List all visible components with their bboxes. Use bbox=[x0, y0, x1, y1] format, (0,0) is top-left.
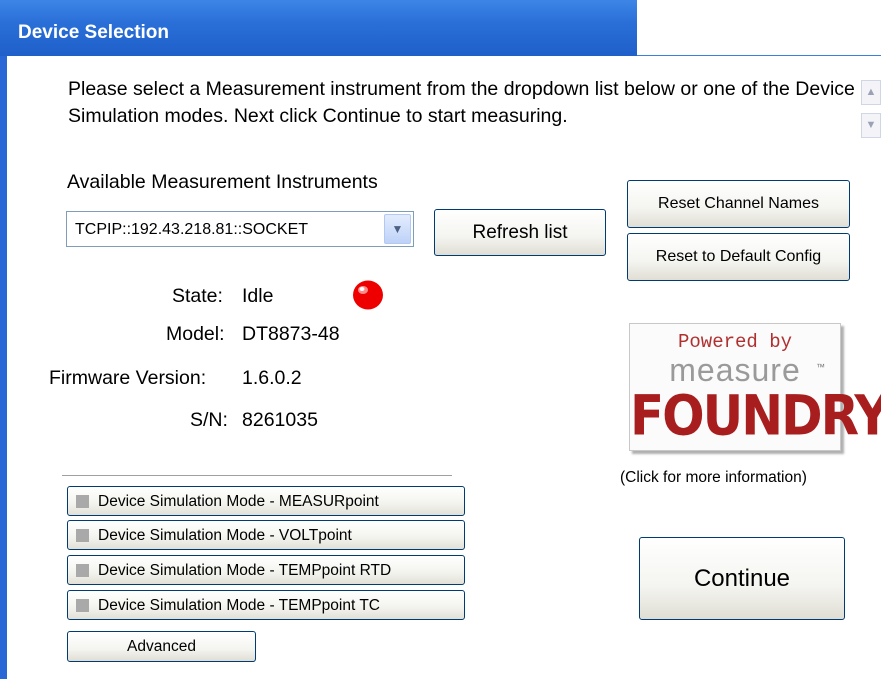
status-indicator-icon bbox=[353, 280, 383, 310]
chevron-up-icon: ▲ bbox=[865, 86, 877, 98]
instrument-select-value: TCPIP::192.43.218.81::SOCKET bbox=[75, 221, 309, 238]
window-title: Device Selection bbox=[18, 22, 170, 43]
logo-trademark: ™ bbox=[816, 362, 825, 372]
state-value: Idle bbox=[242, 285, 274, 307]
window-frame-left bbox=[0, 56, 7, 679]
sim-mode-indicator bbox=[76, 599, 89, 612]
separator bbox=[62, 475, 452, 477]
serial-number-value: 8261035 bbox=[242, 409, 318, 431]
refresh-list-button[interactable]: Refresh list bbox=[434, 209, 606, 256]
sim-mode-label: Device Simulation Mode - MEASURpoint bbox=[98, 493, 379, 510]
state-label: State: bbox=[172, 285, 223, 307]
model-value: DT8873-48 bbox=[242, 323, 340, 345]
logo-caption: (Click for more information) bbox=[620, 469, 807, 486]
instruments-label: Available Measurement Instruments bbox=[67, 171, 378, 193]
chevron-down-icon: ▼ bbox=[865, 119, 877, 131]
sim-mode-indicator bbox=[76, 564, 89, 577]
advanced-button[interactable]: Advanced bbox=[67, 631, 256, 662]
instructions-text: Please select a Measurement instrument f… bbox=[68, 78, 855, 127]
firmware-label: Firmware Version: bbox=[49, 367, 207, 389]
logo-powered-by: Powered by bbox=[677, 331, 793, 353]
model-label: Model: bbox=[166, 323, 225, 345]
title-bar-stripe bbox=[637, 0, 881, 56]
sim-mode-indicator bbox=[76, 529, 89, 542]
sim-mode-label: Device Simulation Mode - TEMPpoint RTD bbox=[98, 562, 392, 579]
firmware-value: 1.6.0.2 bbox=[242, 367, 302, 389]
reset-default-config-button[interactable]: Reset to Default Config bbox=[627, 233, 850, 281]
serial-number-label: S/N: bbox=[190, 409, 228, 431]
sim-mode-measurpoint-button[interactable]: Device Simulation Mode - MEASURpoint bbox=[67, 486, 465, 516]
sim-mode-label: Device Simulation Mode - VOLTpoint bbox=[98, 527, 352, 544]
sim-mode-label: Device Simulation Mode - TEMPpoint TC bbox=[98, 597, 380, 614]
title-bar: Device Selection bbox=[0, 0, 881, 56]
scroll-down-button[interactable]: ▼ bbox=[861, 113, 881, 138]
sim-mode-temppoint-tc-button[interactable]: Device Simulation Mode - TEMPpoint TC bbox=[67, 590, 465, 620]
sim-mode-voltpoint-button[interactable]: Device Simulation Mode - VOLTpoint bbox=[67, 520, 465, 550]
chevron-down-icon[interactable]: ▼ bbox=[384, 214, 411, 244]
scroll-up-button[interactable]: ▲ bbox=[861, 80, 881, 105]
sim-mode-temppoint-rtd-button[interactable]: Device Simulation Mode - TEMPpoint RTD bbox=[67, 555, 465, 585]
measure-foundry-logo[interactable]: Powered by measure ™ FOUNDRY bbox=[629, 323, 881, 451]
instrument-select[interactable]: TCPIP::192.43.218.81::SOCKET ▼ bbox=[66, 211, 414, 247]
reset-channel-names-button[interactable]: Reset Channel Names bbox=[627, 180, 850, 228]
logo-foundry-text: FOUNDRY bbox=[630, 384, 881, 448]
continue-button[interactable]: Continue bbox=[639, 537, 845, 620]
sim-mode-indicator bbox=[76, 495, 89, 508]
